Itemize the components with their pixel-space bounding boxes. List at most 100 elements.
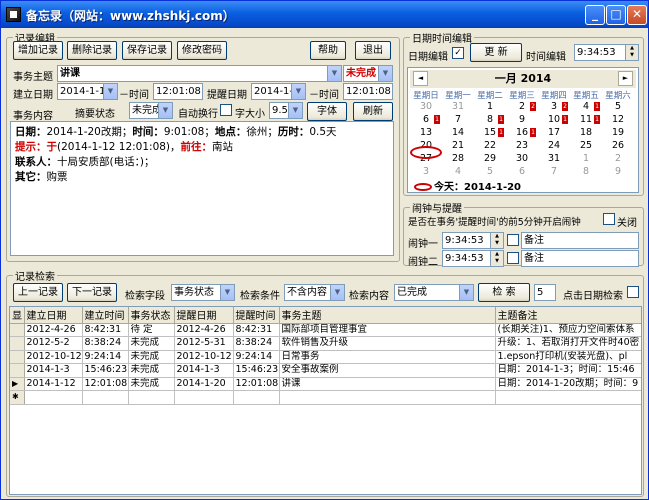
save-record-button[interactable]: 保存记录 bbox=[122, 41, 172, 60]
calendar-day[interactable]: 3 bbox=[410, 166, 442, 178]
table-cell[interactable]: 1.epson打印机(安装光盘)、pl bbox=[495, 350, 641, 364]
prev-month-button[interactable]: ◄ bbox=[413, 71, 428, 86]
search-cond-combo[interactable]: 不含内容 ▼ bbox=[284, 284, 345, 301]
content-editor[interactable]: 日期：2014-1-20改期；时间：9:01:08；地点：徐州；历时：0.5天 … bbox=[10, 121, 394, 256]
table-cell[interactable]: 8:38:24 bbox=[233, 336, 280, 351]
search-field-combo[interactable]: 事务状态 ▼ bbox=[171, 284, 235, 301]
help-button[interactable]: 帮助 bbox=[310, 41, 346, 60]
calendar-day[interactable]: 23 bbox=[506, 140, 538, 152]
minimize-button[interactable]: _ bbox=[585, 5, 605, 25]
calendar-day[interactable]: 9 bbox=[602, 166, 634, 178]
refresh-button[interactable]: 刷新 bbox=[353, 102, 393, 121]
autowrap-checkbox[interactable] bbox=[220, 104, 232, 116]
table-cell[interactable]: 2014-1-3 bbox=[24, 363, 83, 378]
row-indicator[interactable] bbox=[10, 336, 25, 351]
table-cell[interactable] bbox=[279, 390, 496, 405]
table-row[interactable]: 2012-10-12 9:24:14 未完成 2012-10-12 9:24:14 日常事… bbox=[10, 350, 641, 364]
calendar-day[interactable]: 25 bbox=[570, 140, 602, 152]
abstract-status-combo[interactable]: 未完成 ▼ bbox=[129, 102, 173, 119]
spinner-arrows-icon[interactable]: ▲ ▼ bbox=[490, 251, 503, 266]
table-cell[interactable]: 2012-5-2 bbox=[24, 336, 83, 351]
font-button[interactable]: 字体 bbox=[307, 102, 347, 121]
column-header[interactable]: 事务状态 bbox=[128, 307, 175, 324]
alarm1-checkbox[interactable] bbox=[507, 234, 519, 246]
table-cell[interactable]: 日期：2014-1-3；时间：15:46 bbox=[495, 363, 641, 378]
spinner-arrows-icon[interactable]: ▲ ▼ bbox=[625, 45, 638, 60]
calendar-day[interactable]: 21 bbox=[442, 140, 474, 152]
calendar-day[interactable]: 12 bbox=[602, 114, 634, 126]
table-cell[interactable]: 15:46:23 bbox=[82, 363, 129, 378]
table-cell[interactable]: 未完成 bbox=[128, 350, 175, 364]
chevron-down-icon[interactable]: ▼ bbox=[378, 66, 392, 81]
column-header[interactable]: 主题备注 bbox=[495, 307, 641, 324]
status-combo[interactable]: 未完成 ▼ bbox=[343, 65, 393, 82]
table-cell[interactable]: 2014-1-20 bbox=[174, 377, 234, 391]
column-header[interactable]: 提醒日期 bbox=[174, 307, 234, 324]
table-cell[interactable] bbox=[233, 390, 280, 405]
table-row[interactable]: 2012-5-2 8:38:24 未完成 2012-5-31 8:38:24 软件销售及升… bbox=[10, 336, 641, 351]
table-cell[interactable] bbox=[174, 390, 234, 405]
calendar-day[interactable]: 9 bbox=[506, 114, 538, 126]
chevron-down-icon[interactable]: ▼ bbox=[288, 103, 302, 118]
row-indicator[interactable] bbox=[10, 350, 25, 364]
table-cell[interactable]: 未完成 bbox=[128, 363, 175, 378]
chevron-down-icon[interactable]: ▼ bbox=[327, 66, 341, 81]
table-cell[interactable]: 安全事故案例 bbox=[279, 363, 496, 378]
calendar-day[interactable]: 7 bbox=[538, 166, 570, 178]
chevron-down-icon[interactable]: ▼ bbox=[459, 285, 473, 300]
fontsize-combo[interactable]: 9.5 ▼ bbox=[269, 102, 303, 119]
table-cell[interactable] bbox=[495, 390, 641, 405]
calendar-day[interactable]: 1 bbox=[570, 153, 602, 165]
build-time-field[interactable]: 12:01:08 bbox=[153, 83, 203, 100]
calendar-day[interactable]: 22 bbox=[474, 140, 506, 152]
table-cell[interactable]: 升级：1、若取消打开文件时40密 bbox=[495, 336, 641, 351]
calendar[interactable]: 一月 2014 ◄ ► 星期日 星期一 星期二 星期三 星期四 星期五 星期六 30 31 1 2 3… bbox=[407, 67, 639, 193]
chevron-down-icon[interactable]: ▼ bbox=[220, 285, 234, 300]
calendar-day[interactable]: 30 bbox=[506, 153, 538, 165]
table-cell[interactable]: 8:42:31 bbox=[233, 323, 280, 337]
calendar-day[interactable]: 29 bbox=[474, 153, 506, 165]
alarm2-time-field[interactable]: 9:34:53 ▲ ▼ bbox=[442, 250, 504, 267]
search-content-combo[interactable]: 已完成 ▼ bbox=[394, 284, 474, 301]
column-header[interactable]: 建立时间 bbox=[82, 307, 129, 324]
alarm-close-checkbox[interactable] bbox=[603, 213, 615, 225]
calendar-day[interactable]: 13 bbox=[410, 127, 442, 139]
calendar-day[interactable]: 26 bbox=[602, 140, 634, 152]
table-cell[interactable]: 日常事务 bbox=[279, 350, 496, 364]
column-header[interactable]: 事务主题 bbox=[279, 307, 496, 324]
alarm2-note-field[interactable]: 备注 bbox=[521, 250, 639, 267]
time-edit-field[interactable]: 9:34:53 ▲ ▼ bbox=[574, 44, 639, 61]
records-table[interactable]: 显建立日期 建立时间 事务状态 提醒日期 提醒时间 事务主题 主题备注 2012-4-26 8… bbox=[9, 306, 642, 495]
row-indicator[interactable]: ✱ bbox=[10, 390, 25, 405]
table-row[interactable]: ▶ 2014-1-12 12:01:08 未完成 2014-1-20 12:01:08 讲课… bbox=[10, 377, 641, 391]
calendar-day[interactable]: 30 bbox=[410, 101, 442, 113]
chevron-down-icon[interactable]: ▼ bbox=[158, 103, 172, 118]
table-cell[interactable]: 2012-10-12 bbox=[24, 350, 83, 364]
table-cell[interactable]: 9:24:14 bbox=[82, 350, 129, 364]
column-header[interactable]: 建立日期 bbox=[24, 307, 83, 324]
calendar-day[interactable]: 7 bbox=[442, 114, 474, 126]
calendar-day[interactable]: 31 bbox=[442, 101, 474, 113]
calendar-day[interactable]: 6 bbox=[506, 166, 538, 178]
table-cell[interactable]: 8:42:31 bbox=[82, 323, 129, 337]
next-month-button[interactable]: ► bbox=[618, 71, 633, 86]
add-record-button[interactable]: 增加记录 bbox=[13, 41, 63, 60]
date-search-checkbox[interactable] bbox=[627, 286, 639, 298]
exit-button[interactable]: 退出 bbox=[355, 41, 391, 60]
table-cell[interactable]: 2012-5-31 bbox=[174, 336, 234, 351]
alarm2-checkbox[interactable] bbox=[507, 252, 519, 264]
table-cell[interactable]: 2014-1-3 bbox=[174, 363, 234, 378]
table-cell[interactable]: 15:46:23 bbox=[233, 363, 280, 378]
table-cell[interactable]: 未完成 bbox=[128, 336, 175, 351]
next-record-button[interactable]: 下一记录 bbox=[67, 283, 117, 302]
table-cell[interactable] bbox=[82, 390, 129, 405]
row-indicator[interactable]: ▶ bbox=[10, 377, 25, 391]
close-button[interactable]: ✕ bbox=[627, 5, 647, 25]
table-row[interactable]: 2014-1-3 15:46:23 未完成 2014-1-3 15:46:23 安全事故案… bbox=[10, 363, 641, 378]
table-cell[interactable] bbox=[128, 390, 175, 405]
calendar-day[interactable]: 17 bbox=[538, 127, 570, 139]
column-header[interactable]: 提醒时间 bbox=[233, 307, 280, 324]
date-edit-checkbox[interactable]: ✓ bbox=[452, 47, 464, 59]
prev-record-button[interactable]: 上一记录 bbox=[13, 283, 63, 302]
table-cell[interactable]: 未完成 bbox=[128, 377, 175, 391]
